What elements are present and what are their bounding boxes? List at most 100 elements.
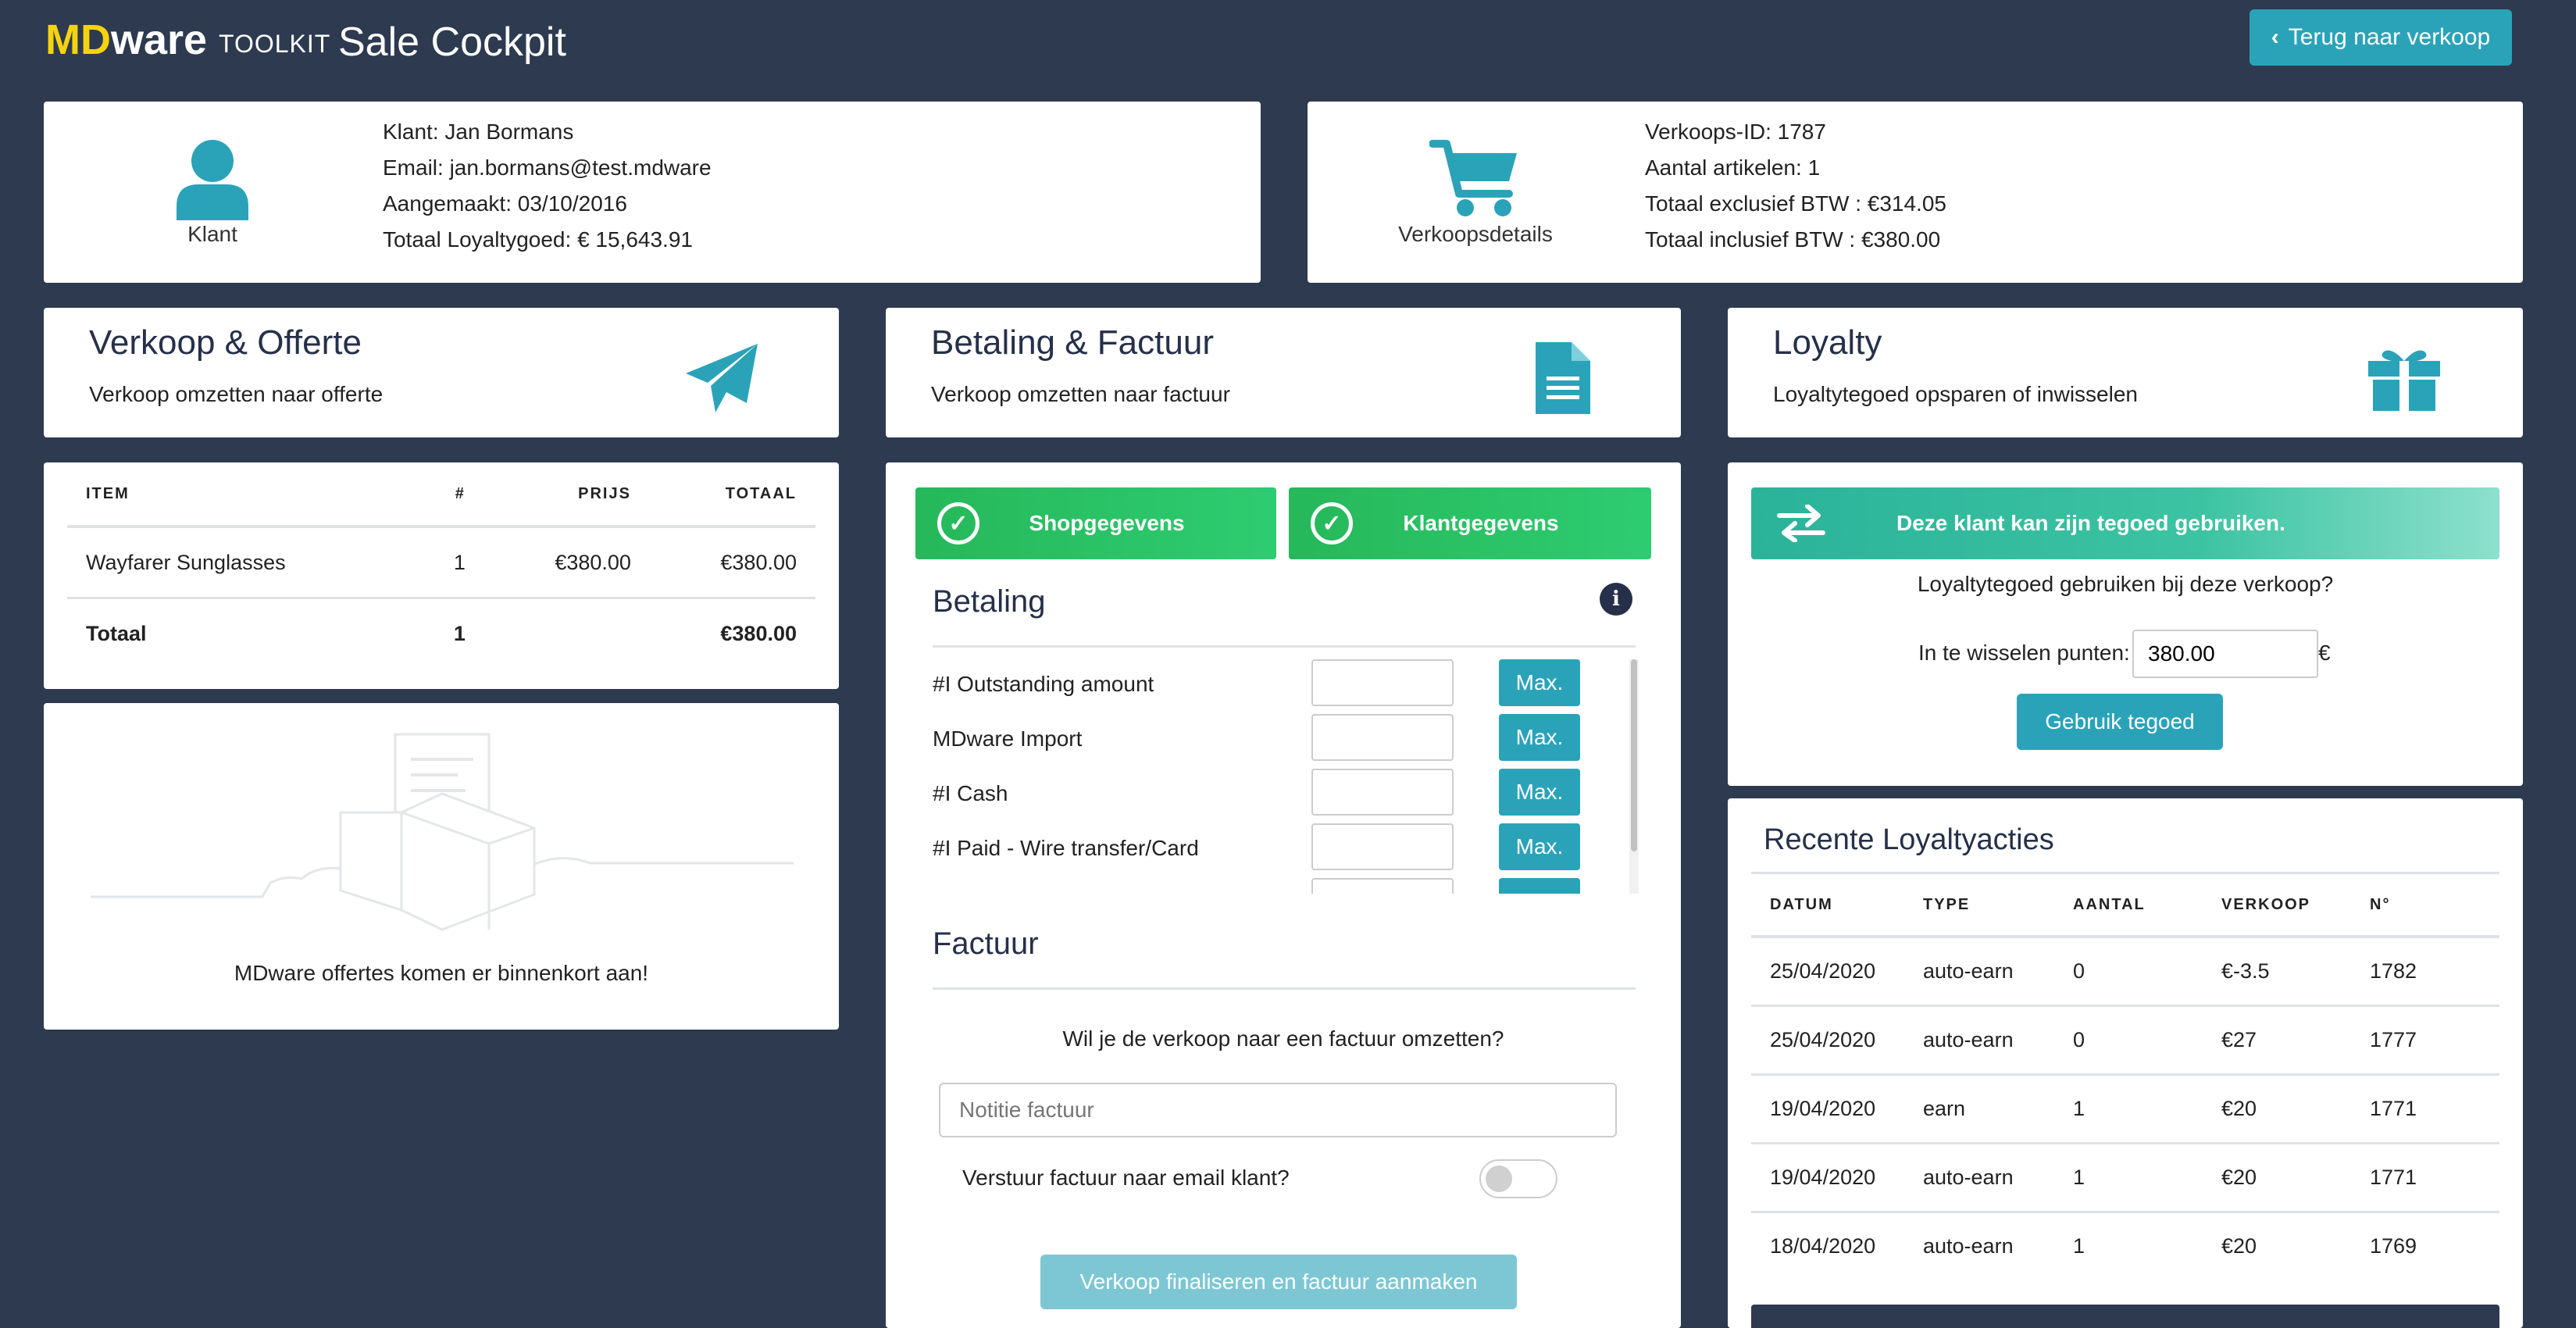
info-value: Jan Bormans [444, 120, 574, 144]
col-amount: AANTAL [2054, 873, 2203, 938]
customer-email-row: Email: jan.bormans@test.mdware [383, 150, 712, 186]
shopping-cart-icon [1429, 140, 1517, 216]
col-qty: # [412, 462, 484, 528]
table-header-row: DATUM TYPE AANTAL VERKOOP N° [1751, 873, 2499, 938]
info-icon[interactable]: i [1600, 583, 1632, 616]
cell-amount: 0 [2054, 937, 2203, 1007]
cell-date: 25/04/2020 [1751, 937, 1904, 1007]
total-label: Totaal [86, 621, 147, 645]
document-icon [1536, 342, 1590, 414]
invoice-subtitle: Verkoop omzetten naar factuur [931, 382, 1230, 406]
loyalty-use-card: Deze klant kan zijn tegoed gebruiken. Lo… [1728, 462, 2523, 786]
quote-title: Verkoop & Offerte [89, 323, 362, 362]
customer-name-row: Klant: Jan Bormans [383, 114, 712, 150]
sale-caption: Verkoopsdetails [1398, 222, 1553, 246]
item-total: €380.00 [649, 527, 815, 599]
payment-method-row: MDware Import Max. [886, 714, 1681, 769]
user-icon [177, 140, 248, 220]
info-label: Aangemaakt: [383, 191, 512, 216]
cell-number: 1777 [2351, 1005, 2499, 1076]
payment-method-label: #I Cash [933, 781, 1008, 805]
info-label: Verkoops-ID: [1645, 120, 1771, 144]
table-row: 25/04/2020 auto-earn 0 €-3.5 1782 [1751, 937, 2499, 1007]
customer-created-row: Aangemaakt: 03/10/2016 [383, 186, 712, 222]
info-value: 03/10/2016 [517, 191, 627, 216]
payment-scrollbar[interactable] [1629, 659, 1639, 894]
loyalty-section-header: Loyalty Loyaltytegoed opsparen of inwiss… [1728, 308, 2523, 437]
info-label: Klant: [383, 120, 439, 144]
swap-arrows-icon [1777, 505, 1825, 542]
payment-amount-input[interactable] [1311, 823, 1454, 870]
partial-dark-bar [1751, 1305, 2499, 1328]
col-price: PRIJS [483, 462, 650, 528]
cell-sale: €-3.5 [2203, 937, 2351, 1007]
loyalty-banner: Deze klant kan zijn tegoed gebruiken. [1751, 487, 2499, 559]
back-button-label: Terug naar verkoop [2288, 24, 2491, 50]
shop-details-button[interactable]: ✓ Shopgegevens [915, 487, 1276, 559]
customer-caption: Klant [187, 222, 237, 246]
max-button[interactable]: Max. [1499, 769, 1580, 816]
info-value: € 15,643.91 [577, 227, 693, 252]
cell-amount: 1 [2054, 1074, 2203, 1144]
total-row: Totaal 1 €380.00 [67, 598, 815, 669]
invoice-note-input[interactable] [939, 1083, 1617, 1137]
finalize-invoice-button[interactable]: Verkoop finaliseren en factuur aanmaken [1040, 1255, 1517, 1309]
payment-amount-input[interactable] [1311, 769, 1454, 816]
cell-type: auto-earn [1923, 1234, 2014, 1258]
invoice-question: Wil je de verkoop naar een factuur omzet… [1062, 1026, 1504, 1051]
cell-sale: €20 [2203, 1143, 2351, 1213]
payment-method-row: #I Paid - Wire transfer/Card Max. [886, 823, 1681, 878]
payment-amount-input[interactable] [1311, 714, 1454, 761]
payment-amount-input[interactable] [1311, 878, 1454, 894]
quote-section-header: Verkoop & Offerte Verkoop omzetten naar … [44, 308, 839, 437]
max-button[interactable]: Max. [1499, 659, 1580, 706]
use-credit-button[interactable]: Gebruik tegoed [2017, 694, 2223, 750]
cell-type: auto-earn [1904, 1005, 2054, 1076]
quotes-placeholder-text: MDware offertes komen er binnenkort aan! [234, 961, 649, 985]
max-button[interactable] [1499, 878, 1580, 894]
col-sale: VERKOOP [2203, 873, 2351, 938]
logo-ware-text: ware [110, 16, 208, 63]
max-button[interactable]: Max. [1499, 823, 1580, 870]
table-row: 19/04/2020 earn 1 €20 1771 [1751, 1074, 2499, 1144]
item-price: €380.00 [483, 527, 650, 599]
logo: MDware [45, 16, 207, 64]
payment-method-row: #I Cash Max. [886, 769, 1681, 823]
max-button[interactable]: Max. [1499, 714, 1580, 761]
payment-divider [933, 645, 1636, 648]
back-to-sale-button[interactable]: ‹ Terug naar verkoop [2250, 9, 2512, 66]
check-circle-icon: ✓ [1311, 502, 1353, 544]
scrollbar-thumb[interactable] [1631, 659, 1637, 851]
points-label: In te wisselen punten: [1918, 641, 2130, 665]
info-value: €380.00 [1861, 227, 1941, 252]
info-label: Totaal Loyaltygoed: [383, 227, 572, 252]
info-value: 1 [1807, 155, 1821, 180]
logo-md-text: MD [45, 16, 111, 63]
invoice-heading: Factuur [933, 926, 1039, 961]
payment-method-label: MDware Import [933, 726, 1083, 751]
table-row: 25/04/2020 auto-earn 0 €27 1777 [1751, 1005, 2499, 1076]
item-qty: 1 [412, 527, 484, 599]
cell-date: 25/04/2020 [1751, 1005, 1904, 1076]
customer-card: Klant Klant: Jan Bormans Email: jan.borm… [44, 102, 1261, 283]
payment-heading: Betaling [933, 584, 1046, 619]
customer-loyalty-row: Totaal Loyaltygoed: € 15,643.91 [383, 222, 712, 258]
total-qty: 1 [453, 621, 466, 645]
points-input[interactable] [2132, 630, 2318, 678]
cell-sale: €20 [2221, 1234, 2257, 1258]
sale-count-row: Aantal artikelen: 1 [1645, 150, 1946, 186]
item-name: Wayfarer Sunglasses [67, 527, 413, 599]
col-item: ITEM [67, 462, 413, 528]
currency-symbol: € [2318, 641, 2331, 665]
payment-amount-input[interactable] [1311, 659, 1454, 706]
email-toggle[interactable] [1479, 1159, 1557, 1198]
col-date: DATUM [1751, 873, 1904, 938]
payment-methods-list[interactable]: #I Outstanding amount Max. MDware Import… [886, 659, 1681, 894]
quote-subtitle: Verkoop omzetten naar offerte [89, 382, 384, 406]
customer-details-label: Klantgegevens [1403, 511, 1559, 535]
cell-amount: 1 [2073, 1234, 2085, 1258]
toggle-knob [1486, 1166, 1512, 1192]
customer-info: Klant: Jan Bormans Email: jan.bormans@te… [383, 114, 712, 258]
customer-details-button[interactable]: ✓ Klantgegevens [1289, 487, 1651, 559]
cell-date: 19/04/2020 [1751, 1074, 1904, 1144]
